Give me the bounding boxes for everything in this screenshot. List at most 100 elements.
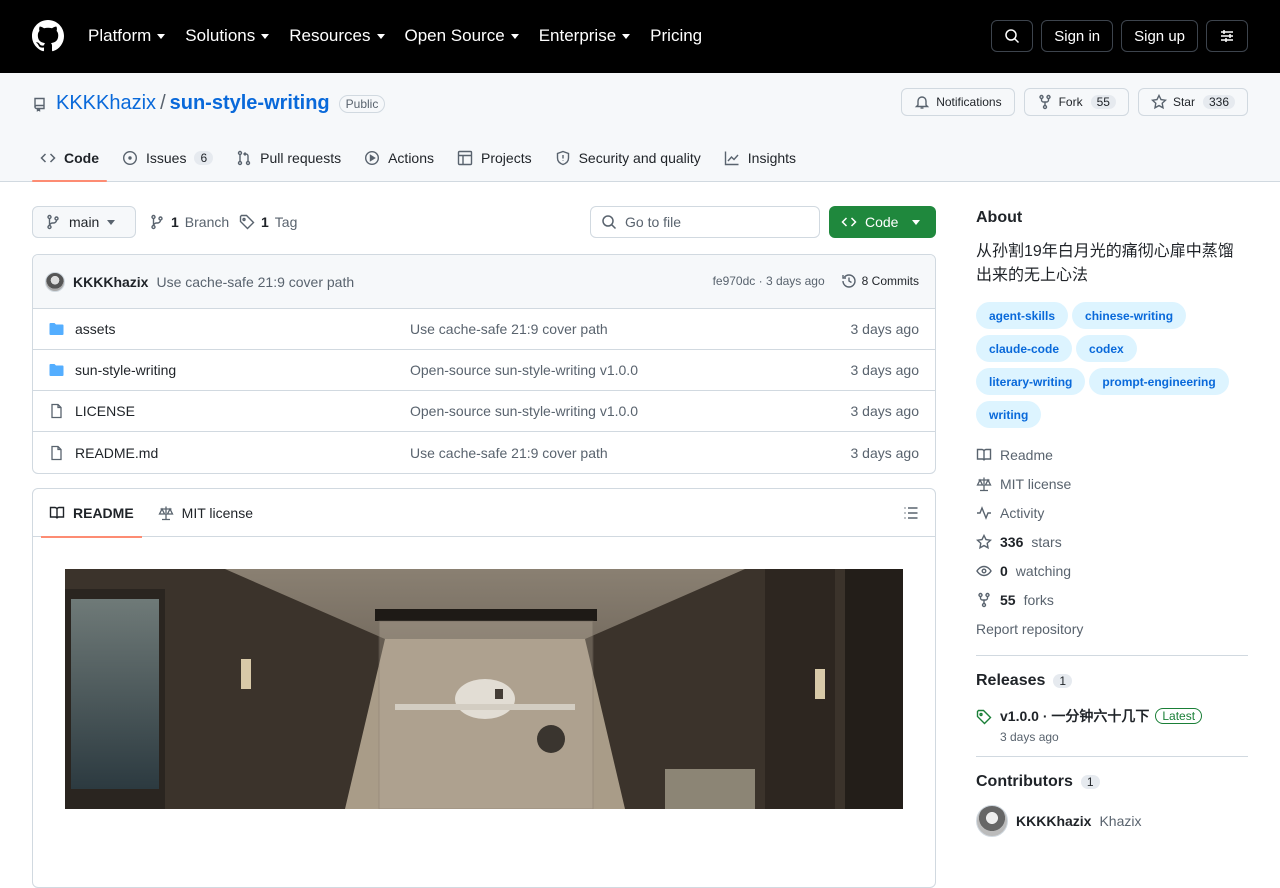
tab-projects[interactable]: Projects [449,135,540,181]
topic-tag[interactable]: claude-code [976,335,1073,362]
tab-insights[interactable]: Insights [716,135,804,181]
github-logo-icon[interactable] [32,20,64,52]
file-commit-message[interactable]: Open-source sun-style-writing v1.0.0 [410,362,638,378]
visibility-badge: Public [338,94,386,113]
nav-solutions[interactable]: Solutions [185,24,270,48]
chevron-down-icon [510,33,519,39]
star-button[interactable]: Star 336 [1137,88,1248,116]
stars-link[interactable]: 336 stars [976,527,1248,556]
tab-issues[interactable]: Issues 6 [114,135,221,181]
license-link[interactable]: MIT license [976,469,1248,498]
tags-link[interactable]: 1 Tag [239,214,297,230]
notifications-button[interactable]: Notifications [901,88,1015,116]
fork-button[interactable]: Fork 55 [1023,88,1129,116]
menu-button[interactable] [1206,20,1248,52]
nav-platform[interactable]: Platform [88,24,166,48]
pull-request-icon [237,150,251,166]
star-label: Star [1172,95,1195,109]
nav-pricing-label: Pricing [650,26,703,45]
tag-icon [976,709,992,725]
tab-code-label: Code [64,150,99,166]
sign-up-button[interactable]: Sign up [1121,20,1198,52]
activity-link-label: Activity [1000,504,1045,521]
top-nav: Platform Solutions Resources Open Source… [88,24,722,48]
topic-tag[interactable]: codex [1076,335,1137,362]
commit-meta: fe970dc · 3 days ago 8 Commits [713,273,919,289]
play-circle-icon [365,150,380,166]
file-row-license[interactable]: LICENSE Open-source sun-style-writing v1… [33,391,935,432]
tag-label: Tag [274,214,298,230]
nav-enterprise[interactable]: Enterprise [539,24,631,48]
star-icon [1150,94,1167,110]
table-of-contents-button[interactable] [903,505,919,521]
watching-label: watching [1015,562,1072,579]
tab-actions[interactable]: Actions [356,135,442,181]
repo-name-link[interactable]: sun-style-writing [170,92,330,115]
star-count: 336 [1202,95,1235,109]
contributor-item[interactable]: KKKKhazix Khazix [976,805,1248,837]
branch-selector[interactable]: main [32,206,136,238]
file-commit-message[interactable]: Open-source sun-style-writing v1.0.0 [410,403,638,419]
file-list: KKKKhazix Use cache-safe 21:9 cover path… [32,254,936,474]
code-button[interactable]: Code [829,206,936,238]
tab-license[interactable]: MIT license [150,489,261,537]
topic-tag[interactable]: prompt-engineering [1089,368,1229,395]
nav-resources[interactable]: Resources [289,24,385,48]
nav-open-source[interactable]: Open Source [405,24,519,48]
sign-in-button[interactable]: Sign in [1041,20,1114,52]
code-icon [841,217,857,227]
report-repository-link[interactable]: Report repository [976,614,1248,643]
file-name[interactable]: assets [75,321,115,337]
topic-tag[interactable]: chinese-writing [1072,302,1187,329]
nav-pricing[interactable]: Pricing [650,24,702,48]
tab-security[interactable]: Security and quality [547,135,709,181]
forks-link[interactable]: 55 forks [976,585,1248,614]
book-icon [976,448,992,461]
main-content: main 1 Branch 1 Tag Go to file Code KKKK… [32,206,936,888]
tab-readme[interactable]: README [41,489,142,538]
topic-tag[interactable]: writing [976,401,1042,428]
tab-pull-requests[interactable]: Pull requests [228,135,349,181]
topic-tag[interactable]: literary-writing [976,368,1086,395]
repo-actions: Notifications Fork 55 Star 336 [901,88,1248,116]
issues-count: 6 [194,151,214,165]
nav-solutions-label: Solutions [185,26,256,45]
commit-sha-time[interactable]: fe970dc · 3 days ago [713,274,825,288]
file-commit-message[interactable]: Use cache-safe 21:9 cover path [410,445,608,461]
readme-cover-image [65,569,903,809]
release-item[interactable]: v1.0.0 · 一分钟六十几下 Latest 3 days ago [976,706,1248,744]
folder-icon [49,364,64,376]
file-commit-message[interactable]: Use cache-safe 21:9 cover path [410,321,608,337]
contributors-heading[interactable]: Contributors 1 [976,773,1248,791]
file-row-readme[interactable]: README.md Use cache-safe 21:9 cover path… [33,432,935,473]
topic-tag[interactable]: agent-skills [976,302,1069,329]
go-to-file-input[interactable]: Go to file [590,206,820,238]
activity-link[interactable]: Activity [976,498,1248,527]
branches-link[interactable]: 1 Branch [149,214,229,230]
releases-count: 1 [1053,674,1073,688]
commits-link[interactable]: 8 Commits [841,273,919,289]
releases-heading[interactable]: Releases 1 [976,672,1248,690]
watching-link[interactable]: 0 watching [976,556,1248,585]
latest-commit: KKKKhazix Use cache-safe 21:9 cover path… [33,255,935,309]
search-button[interactable] [991,20,1034,52]
global-header: Platform Solutions Resources Open Source… [0,0,1280,73]
repo-owner-link[interactable]: KKKKhazix [56,92,156,115]
divider [976,756,1248,757]
license-link-label: MIT license [1000,475,1072,492]
file-name[interactable]: README.md [75,445,158,461]
file-name[interactable]: sun-style-writing [75,362,176,378]
header-actions: Sign in Sign up [991,20,1248,52]
commit-author[interactable]: KKKKhazix [73,274,148,290]
file-row-sun-style-writing[interactable]: sun-style-writing Open-source sun-style-… [33,350,935,391]
sliders-icon [1221,30,1233,42]
file-name[interactable]: LICENSE [75,403,135,419]
repo-header: KKKKhazix / sun-style-writing Public Not… [0,73,1280,182]
file-row-assets[interactable]: assets Use cache-safe 21:9 cover path 3 … [33,309,935,350]
tab-code[interactable]: Code [32,135,107,182]
avatar[interactable] [45,271,65,292]
commit-message[interactable]: Use cache-safe 21:9 cover path [156,274,354,290]
history-icon [841,274,856,288]
file-date: 3 days ago [850,362,920,378]
readme-link[interactable]: Readme [976,440,1248,469]
